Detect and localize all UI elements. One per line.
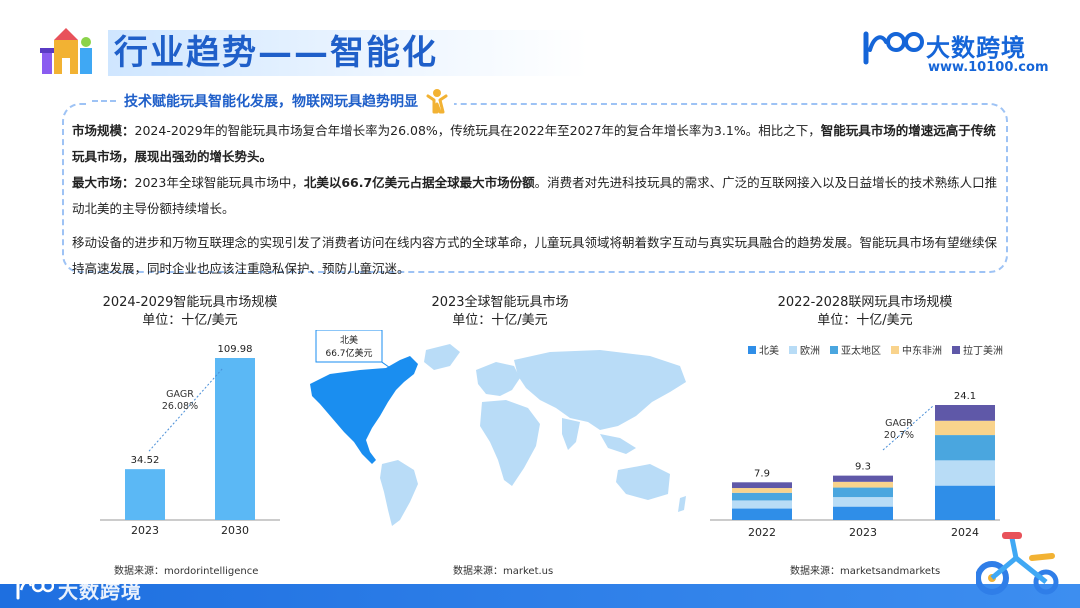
brand-logo: 大数跨境 www.10100.com (862, 26, 1049, 78)
chart1-header: 2024-2029智能玩具市场规模 单位：十亿/美元 (90, 294, 290, 330)
market-size-label: 市场规模： (72, 123, 135, 138)
connected-toy-market-stacked-chart: 7.9 2022 9.3 2023 24.1 2024 GAGR20.7% (710, 391, 1000, 539)
subtitle-dash (92, 100, 116, 102)
chart1-tick-label: 2030 (221, 524, 249, 537)
footer-band (0, 584, 1080, 608)
chart1-bar-2023 (125, 469, 165, 520)
chart3-segment-北美-2022 (732, 508, 792, 520)
chart3-segment-北美-2024 (935, 485, 995, 520)
person-icon (426, 89, 448, 114)
summary-subtitle-bar: 技术赋能玩具智能化发展，物联网玩具趋势明显 (86, 88, 454, 114)
page-title: 行业趋势——智能化 (114, 33, 438, 73)
chart3-tick-label: 2022 (748, 526, 776, 539)
trend-paragraph: 移动设备的进步和万物互联理念的实现引发了消费者访问在线内容方式的全球革命，儿童玩… (72, 235, 998, 276)
north-america-region (310, 356, 418, 464)
chart3-title: 2022-2028联网玩具市场规模 (777, 295, 953, 310)
india-region (562, 418, 580, 450)
tricycle-icon (976, 532, 1059, 595)
largest-market-highlight: 北美以66.7亿美元占据全球最大市场份额 (303, 175, 535, 190)
chart3-header: 2022-2028联网玩具市场规模 单位：十亿/美元 (735, 294, 995, 330)
chart3-segment-亚太地区-2022 (732, 492, 792, 501)
chart3-cagr-annotation: GAGR (885, 418, 913, 429)
new-zealand-region (678, 496, 686, 512)
chart3-segment-拉丁美洲-2022 (732, 482, 792, 489)
chart1-bar-2030 (215, 358, 255, 520)
chart1-value-label: 34.52 (131, 455, 160, 466)
chart3-cagr-annotation: 20.7% (884, 430, 914, 441)
footer-logo: 大数跨境 (14, 574, 142, 604)
chart1-value-label: 109.98 (218, 344, 253, 355)
chart2-title: 2023全球智能玩具市场 (431, 295, 569, 310)
chart3-segment-亚太地区-2024 (935, 435, 995, 461)
greenland-region (424, 344, 460, 370)
toy-blocks-icon (40, 28, 92, 74)
chart3-segment-拉丁美洲-2023 (833, 475, 893, 482)
chart2-header: 2023全球智能玩具市场 单位：十亿/美元 (380, 294, 620, 330)
summary-subtitle: 技术赋能玩具智能化发展，物联网玩具趋势明显 (124, 94, 418, 110)
market-size-text: 2024-2029年的智能玩具市场复合年增长率为26.08%，传统玩具在2022… (134, 123, 821, 138)
footer-logo-text: 大数跨境 (58, 578, 142, 603)
chart3-segment-拉丁美洲-2024 (935, 405, 995, 421)
logo-name: 大数跨境 (926, 34, 1026, 62)
smart-toy-market-bar-chart: 34.52 2023 109.98 2030 GAGR26.08% (100, 344, 280, 537)
africa-region (480, 400, 540, 486)
chart3-segment-亚太地区-2023 (833, 487, 893, 498)
chart1-cagr-annotation: GAGR (166, 389, 194, 400)
world-market-map: 北美 66.7亿美元 (310, 330, 686, 526)
chart3-segment-欧洲-2023 (833, 497, 893, 507)
chart3-segment-欧洲-2022 (732, 500, 792, 509)
chart2-source: 数据来源：market.us (453, 566, 554, 577)
south-america-region (380, 460, 418, 526)
page-header: 行业趋势——智能化 (38, 24, 598, 82)
chart3-total-label: 9.3 (855, 462, 871, 473)
summary-text: 市场规模：2024-2029年的智能玩具市场复合年增长率为26.08%，传统玩具… (72, 118, 998, 282)
market-size-paragraph: 市场规模：2024-2029年的智能玩具市场复合年增长率为26.08%，传统玩具… (72, 118, 998, 170)
chart1-unit: 单位：十亿/美元 (142, 313, 238, 328)
europe-region (476, 362, 520, 396)
chart3-segment-中东非洲-2024 (935, 420, 995, 436)
largest-market-paragraph: 最大市场：2023年全球智能玩具市场中，北美以66.7亿美元占据全球最大市场份额… (72, 170, 998, 222)
chart3-segment-北美-2023 (833, 506, 893, 520)
chart1-tick-label: 2023 (131, 524, 159, 537)
chart3-segment-中东非洲-2023 (833, 481, 893, 488)
chart1-cagr-annotation: 26.08% (162, 401, 198, 412)
largest-market-text: 2023年全球智能玩具市场中， (134, 175, 304, 190)
callout-line-2: 66.7亿美元 (325, 347, 372, 359)
chart3-total-label: 7.9 (754, 468, 770, 479)
asia-region (514, 350, 686, 430)
australia-region (616, 464, 670, 500)
chart3-tick-label: 2023 (849, 526, 877, 539)
chart3-total-label: 24.1 (954, 391, 976, 402)
logo-mark-icon (863, 31, 924, 65)
chart3-segment-中东非洲-2022 (732, 488, 792, 493)
chart2-unit: 单位：十亿/美元 (452, 313, 548, 328)
chart3-segment-欧洲-2024 (935, 460, 995, 486)
southeast-asia-region (600, 434, 636, 454)
chart3-source: 数据来源：marketsandmarkets (790, 566, 941, 577)
chart1-title: 2024-2029智能玩具市场规模 (102, 295, 278, 310)
callout-line-1: 北美 (340, 334, 358, 346)
logo-url: www.10100.com (928, 60, 1049, 75)
chart3-tick-label: 2024 (951, 526, 979, 539)
footer-logo-icon (16, 578, 54, 600)
largest-market-label: 最大市场： (72, 175, 135, 190)
chart3-unit: 单位：十亿/美元 (817, 313, 913, 328)
